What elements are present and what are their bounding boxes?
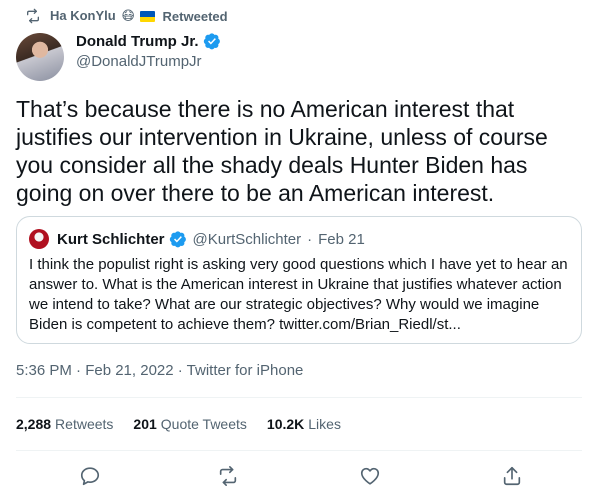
likes-stat[interactable]: 10.2K Likes bbox=[267, 416, 341, 432]
quoted-tweet-date: Feb 21 bbox=[318, 230, 365, 248]
ukraine-flag-icon bbox=[139, 11, 155, 23]
divider bbox=[16, 450, 582, 451]
separator-dot: · bbox=[307, 230, 313, 248]
retweeter-name[interactable]: Ha KonYlu 😷 bbox=[50, 8, 155, 24]
tweet-detail: Ha KonYlu 😷 Retweeted Donald Trump Jr. @… bbox=[0, 0, 598, 499]
tweet-timestamp[interactable]: 5:36 PM · Feb 21, 2022 · Twitter for iPh… bbox=[16, 362, 303, 379]
quoted-tweet[interactable]: Kurt Schlichter @KurtSchlichter · Feb 21… bbox=[16, 216, 582, 344]
tweet-actions bbox=[16, 458, 582, 494]
quoted-tweet-header: Kurt Schlichter @KurtSchlichter · Feb 21 bbox=[29, 229, 365, 249]
retweeted-label: Retweeted bbox=[162, 8, 228, 24]
retweet-button[interactable] bbox=[216, 464, 240, 488]
author-avatar[interactable] bbox=[16, 33, 64, 81]
retweets-stat[interactable]: 2,288 Retweets bbox=[16, 416, 113, 432]
tweet-text: That’s because there is no American inte… bbox=[16, 96, 548, 206]
share-icon bbox=[501, 465, 523, 487]
reply-icon bbox=[79, 465, 101, 487]
divider bbox=[16, 397, 582, 398]
like-icon bbox=[359, 465, 381, 487]
like-button[interactable] bbox=[358, 464, 382, 488]
quoted-author-handle: @KurtSchlichter bbox=[192, 230, 302, 248]
verified-badge-icon bbox=[203, 32, 221, 50]
author-handle[interactable]: @DonaldJTrumpJr bbox=[76, 53, 202, 70]
quoted-author-avatar bbox=[29, 229, 49, 249]
retweet-icon bbox=[24, 7, 42, 25]
quote-tweets-stat[interactable]: 201 Quote Tweets bbox=[133, 416, 247, 432]
verified-badge-icon bbox=[169, 230, 187, 248]
mask-emoji: 😷 bbox=[121, 8, 135, 23]
quoted-author-name: Kurt Schlichter bbox=[57, 230, 165, 248]
quoted-tweet-text: I think the populist right is asking ver… bbox=[29, 256, 568, 333]
retweet-context: Ha KonYlu 😷 Retweeted bbox=[24, 6, 228, 26]
share-button[interactable] bbox=[500, 464, 524, 488]
engagement-stats: 2,288 Retweets 201 Quote Tweets 10.2K Likes bbox=[16, 416, 341, 432]
reply-button[interactable] bbox=[78, 464, 102, 488]
retweet-icon bbox=[217, 465, 239, 487]
author-name[interactable]: Donald Trump Jr. bbox=[76, 32, 221, 50]
